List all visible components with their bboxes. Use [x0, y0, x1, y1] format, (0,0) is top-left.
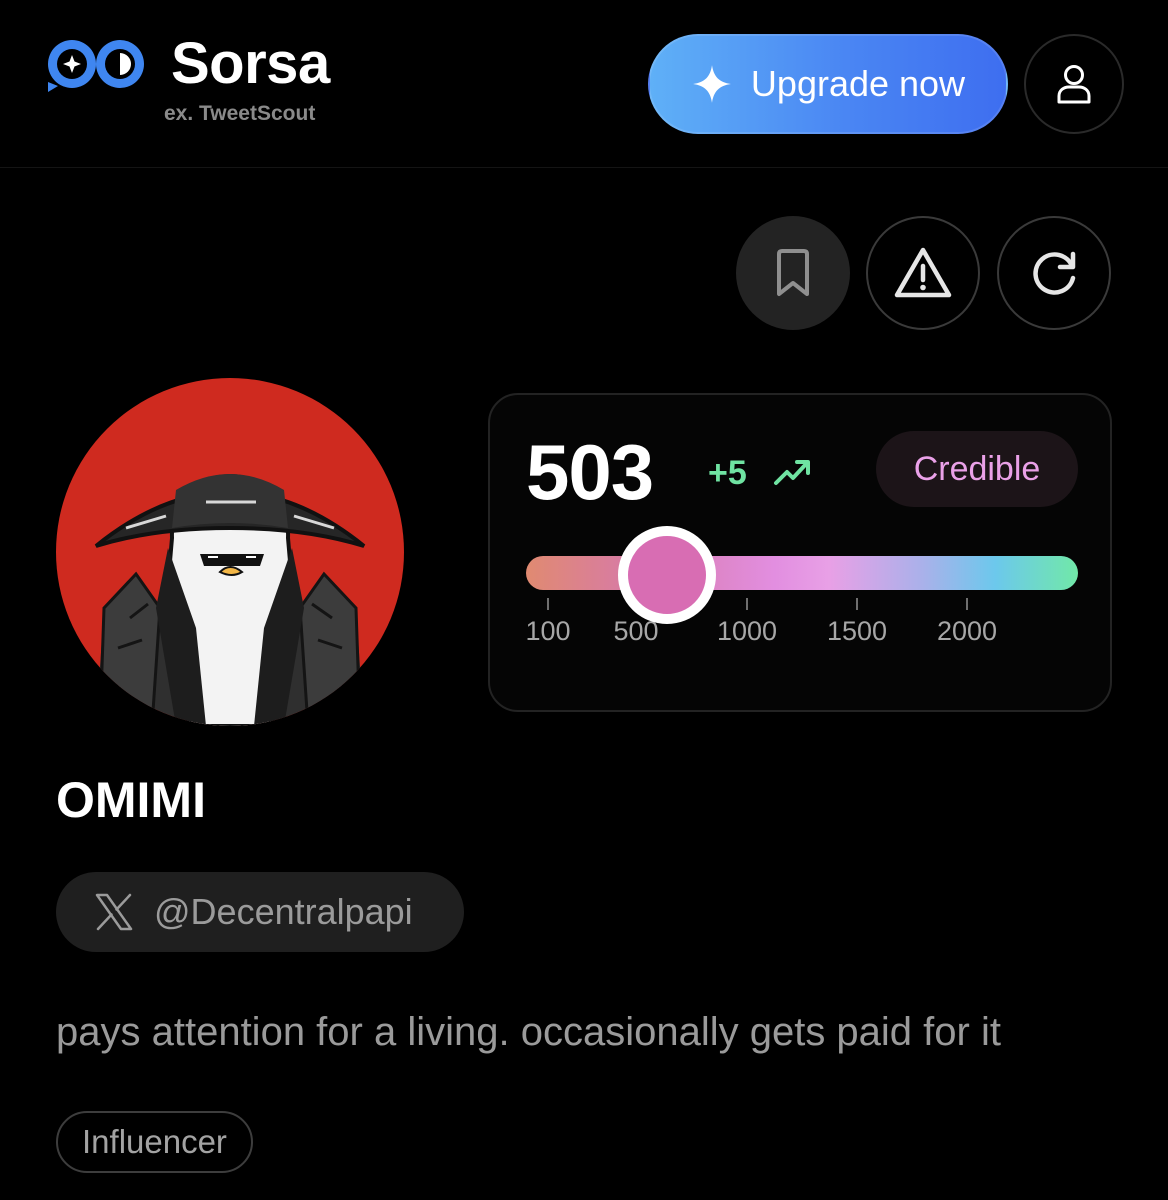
scale-tick-label: 1500 — [826, 616, 888, 646]
score-scale-track — [526, 556, 1078, 590]
upgrade-now-button[interactable]: Upgrade now — [648, 34, 1008, 134]
scale-tick — [746, 598, 748, 610]
scale-tick-label: 2000 — [936, 616, 998, 646]
score-value: 503 — [526, 428, 654, 516]
scale-tick-label: 1000 — [716, 616, 778, 646]
bookmark-button[interactable] — [736, 216, 850, 330]
refresh-icon — [1033, 251, 1076, 295]
profile-bio: pays attention for a living. occasionall… — [56, 1010, 1001, 1054]
score-card: 503 +5 Credible 100 500 1000 1500 2000 — [488, 393, 1112, 712]
profile-name: OMIMI — [56, 772, 206, 828]
account-button[interactable] — [1024, 34, 1124, 134]
upgrade-now-label: Upgrade now — [750, 63, 966, 104]
user-icon — [1057, 65, 1091, 104]
score-delta: +5 — [708, 454, 747, 492]
penguin-avatar-image — [94, 473, 366, 726]
alert-triangle-icon — [894, 247, 952, 298]
x-handle-link[interactable]: @Decentralpapi — [56, 872, 464, 952]
trending-up-icon — [774, 460, 810, 485]
scale-tick-label: 100 — [525, 616, 571, 646]
refresh-button[interactable] — [997, 216, 1111, 330]
brand-subtitle: ex. TweetScout — [164, 102, 316, 125]
scale-tick — [966, 598, 968, 610]
category-tag[interactable]: Influencer — [56, 1111, 253, 1173]
sorsa-logo-icon[interactable] — [44, 36, 148, 92]
x-logo-icon — [95, 893, 133, 931]
report-button[interactable] — [866, 216, 980, 330]
credibility-badge: Credible — [876, 431, 1078, 507]
score-marker — [617, 526, 716, 624]
bookmark-icon — [777, 249, 809, 296]
avatar — [56, 378, 404, 726]
top-bar: Sorsa ex. TweetScout Upgrade now — [0, 0, 1168, 168]
brand-name: Sorsa — [171, 31, 330, 96]
x-handle-text: @Decentralpapi — [154, 891, 413, 932]
scale-tick — [547, 598, 549, 610]
scale-tick — [856, 598, 858, 610]
sparkle-icon — [693, 65, 731, 103]
